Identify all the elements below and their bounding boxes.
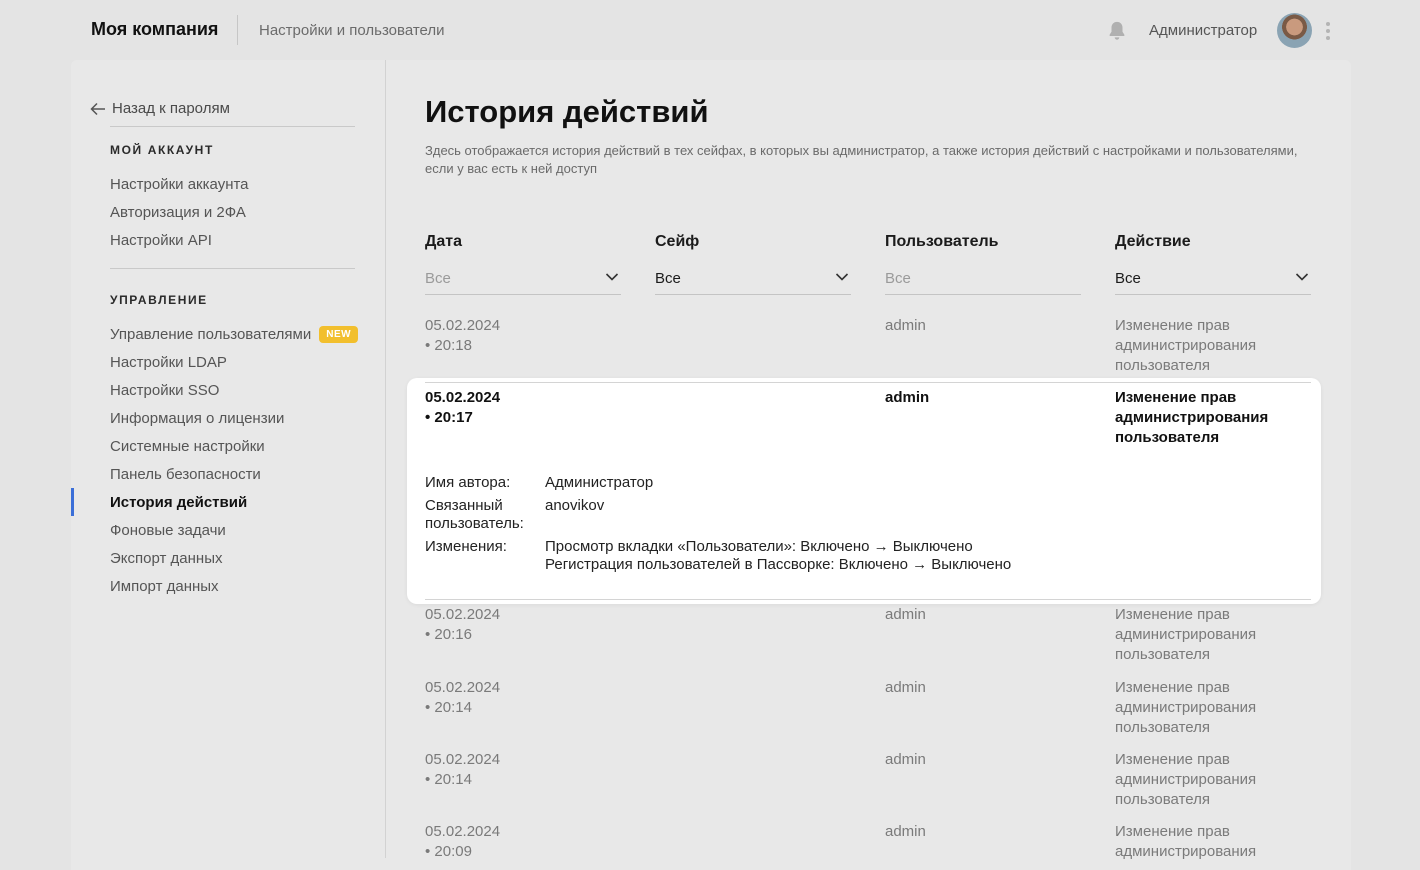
row-date: 05.02.2024 • 20:18 [425, 317, 501, 354]
more-menu-icon[interactable] [1322, 20, 1334, 42]
row-action: Изменение прав администрирования [1115, 822, 1256, 862]
sidebar-item-background-tasks[interactable]: Фоновые задачи [110, 522, 226, 539]
filter-value: Все [1115, 270, 1141, 287]
author-label: Имя автора: [425, 474, 511, 491]
column-header-safe: Сейф [655, 233, 700, 250]
row-action-line: пользователя [1115, 719, 1210, 736]
row-user: admin [885, 606, 926, 623]
row-action-line: пользователя [1115, 429, 1220, 446]
row-divider [425, 382, 1311, 383]
page-description: Здесь отображается история действий в те… [425, 143, 1298, 176]
row-user: admin [885, 317, 926, 334]
row-date: 05.02.2024 • 20:14 [425, 679, 501, 716]
new-badge: NEW [319, 326, 359, 343]
chevron-down-icon [835, 273, 849, 281]
sidebar-item-api-settings[interactable]: Настройки API [110, 232, 212, 249]
sidebar-item-export[interactable]: Экспорт данных [110, 550, 222, 567]
sidebar-item-sso[interactable]: Настройки SSO [110, 382, 219, 399]
action-filter-select[interactable]: Все [1115, 262, 1311, 295]
row-action-line: администрирования [1115, 771, 1257, 788]
row-action-line: администрирования [1115, 843, 1257, 860]
active-indicator [71, 488, 74, 516]
row-action-line: администрирования [1115, 699, 1257, 716]
changes-list: Просмотр вкладки «Пользователи»: Включен… [545, 538, 1011, 574]
filter-value: Все [885, 270, 911, 287]
row-action-line: администрирования [1115, 409, 1269, 426]
sidebar-item-security-dashboard[interactable]: Панель безопасности [110, 466, 261, 483]
back-label: Назад к паролям [112, 100, 230, 117]
safe-filter-select[interactable]: Все [655, 262, 851, 295]
row-action-line: Изменение прав [1115, 317, 1230, 334]
row-date: 05.02.2024 • 20:17 [425, 389, 501, 426]
row-user: admin [885, 679, 926, 696]
sidebar-item-account-settings[interactable]: Настройки аккаунта [110, 176, 249, 193]
row-action-line: Изменение прав [1115, 679, 1230, 696]
arrow-left-icon [90, 102, 105, 115]
row-action-line: пользователя [1115, 791, 1210, 808]
avatar[interactable] [1277, 13, 1312, 48]
sidebar-item-activity-history[interactable]: История действий [110, 494, 247, 511]
sidebar-item-auth-2fa[interactable]: Авторизация и 2ФА [110, 204, 246, 221]
sidebar-item-ldap[interactable]: Настройки LDAP [110, 354, 227, 371]
change-item: Просмотр вкладки «Пользователи»: Включен… [545, 538, 973, 555]
changes-label: Изменения: [425, 538, 507, 555]
sidebar-item-license[interactable]: Информация о лицензии [110, 410, 284, 427]
related-user-label: Связанный пользователь: [425, 497, 524, 533]
row-action-line: Изменение прав [1115, 606, 1230, 623]
filter-value: Все [655, 270, 681, 287]
sidebar-item-user-management[interactable]: Управление пользователями NEW [110, 326, 359, 343]
row-action: Изменение прав администрирования пользов… [1115, 750, 1256, 810]
column-header-user: Пользователь [885, 233, 999, 250]
back-to-passwords-link[interactable]: Назад к паролям [90, 100, 230, 117]
row-user: admin [885, 823, 926, 840]
row-action-line: Изменение прав [1115, 751, 1230, 768]
chevron-down-icon [1295, 273, 1309, 281]
row-action-line: пользователя [1115, 357, 1210, 374]
user-name[interactable]: Администратор [1149, 22, 1257, 39]
breadcrumb: Настройки и пользователи [259, 22, 445, 39]
top-bar: Моя компания Настройки и пользователи Ад… [0, 0, 1420, 60]
section-title-admin: УПРАВЛЕНИЕ [110, 293, 208, 307]
row-date: 05.02.2024 • 20:09 [425, 823, 501, 860]
related-user-value: anovikov [545, 497, 605, 514]
sidebar-item-label: Управление пользователями [110, 326, 312, 343]
row-user: admin [885, 389, 930, 406]
sidebar-item-system-settings[interactable]: Системные настройки [110, 438, 265, 455]
row-action: Изменение прав администрирования пользов… [1115, 388, 1268, 448]
column-header-action: Действие [1115, 233, 1191, 250]
sidebar-item-import[interactable]: Импорт данных [110, 578, 219, 595]
filter-value: Все [425, 270, 451, 287]
user-filter-input[interactable]: Все [885, 262, 1081, 295]
page-title: История действий [425, 94, 709, 129]
bell-icon[interactable] [1106, 20, 1128, 42]
row-divider [425, 599, 1311, 600]
company-name[interactable]: Моя компания [91, 19, 218, 40]
row-date: 05.02.2024 • 20:16 [425, 606, 501, 643]
row-action-line: пользователя [1115, 646, 1210, 663]
row-action-line: Изменение прав [1115, 389, 1237, 406]
row-action: Изменение прав администрирования пользов… [1115, 316, 1256, 376]
label-line: пользователь: [425, 515, 524, 532]
divider [110, 268, 355, 269]
row-action-line: администрирования [1115, 626, 1257, 643]
row-action: Изменение прав администрирования пользов… [1115, 605, 1256, 665]
row-date: 05.02.2024 • 20:14 [425, 751, 501, 788]
column-header-date: Дата [425, 233, 463, 250]
row-user: admin [885, 751, 926, 768]
change-item: Регистрация пользователей в Пассворке: В… [545, 556, 1012, 573]
row-action-line: администрирования [1115, 337, 1257, 354]
author-value: Администратор [545, 474, 654, 491]
section-title-account: МОЙ АККАУНТ [110, 143, 214, 157]
row-action: Изменение прав администрирования пользов… [1115, 678, 1256, 738]
divider [110, 126, 355, 127]
label-line: Связанный [425, 497, 503, 514]
date-filter-select[interactable]: Все [425, 262, 621, 295]
row-action-line: Изменение прав [1115, 823, 1230, 840]
chevron-down-icon [605, 273, 619, 281]
header-divider [237, 15, 238, 45]
